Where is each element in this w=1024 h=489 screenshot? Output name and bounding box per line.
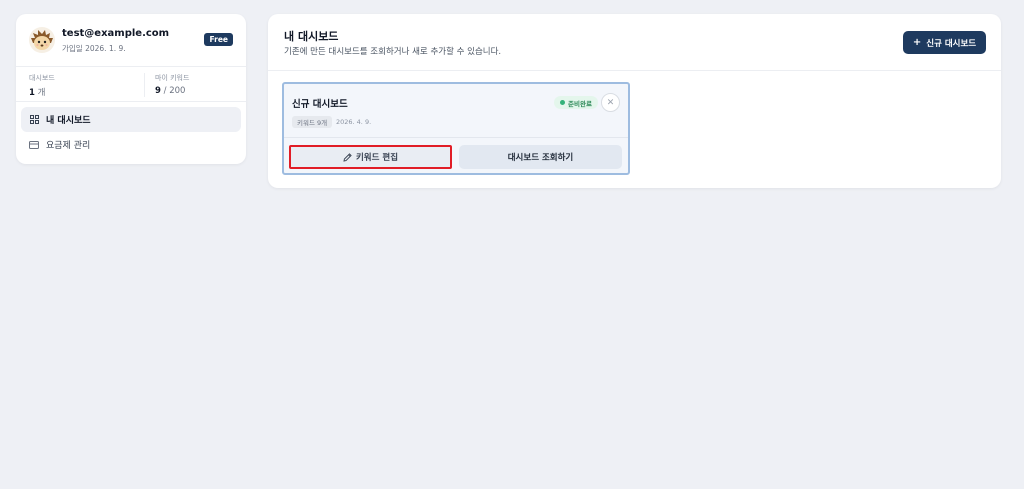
dashboard-title: 신규 대시보드 bbox=[292, 99, 348, 110]
stat-label: 마이 키워드 bbox=[155, 74, 190, 82]
page-subtitle: 기존에 만든 대시보드를 조회하거나 새로 추가할 수 있습니다. bbox=[284, 47, 502, 57]
new-dashboard-label: 신규 대시보드 bbox=[926, 38, 977, 49]
divider bbox=[16, 66, 246, 67]
edit-keywords-button[interactable]: 키워드 편집 bbox=[289, 145, 452, 169]
dashboard-panel: 내 대시보드 기존에 만든 대시보드를 조회하거나 새로 추가할 수 있습니다.… bbox=[268, 14, 1001, 188]
pencil-icon bbox=[343, 152, 352, 162]
user-email: test@example.com bbox=[62, 28, 170, 39]
keyword-total: / 200 bbox=[160, 86, 186, 96]
grid-icon bbox=[29, 115, 39, 125]
join-date: 가입일 2026. 1. 9. bbox=[62, 44, 126, 53]
dashboard-unit: 개 bbox=[34, 88, 46, 98]
status-dot-icon bbox=[560, 100, 565, 105]
page-title: 내 대시보드 bbox=[284, 30, 339, 43]
plus-icon: + bbox=[912, 37, 922, 48]
sidebar-card: test@example.com 가입일 2026. 1. 9. Free 대시… bbox=[16, 14, 246, 164]
dashboard-card: 신규 대시보드 준비완료 ✕ 키워드 9개 2026. 4. 9. 키워드 편집… bbox=[282, 82, 630, 175]
view-dashboard-button[interactable]: 대시보드 조회하기 bbox=[459, 145, 622, 169]
dashboard-count-stat: 대시보드 1 개 bbox=[29, 73, 55, 98]
keyword-count-stat: 마이 키워드 9 / 200 bbox=[155, 73, 189, 96]
new-dashboard-button[interactable]: + 신규 대시보드 bbox=[903, 31, 986, 54]
sidebar-item-my-dashboard[interactable]: 내 대시보드 bbox=[21, 107, 241, 132]
status-label: 준비완료 bbox=[568, 99, 592, 108]
close-icon: ✕ bbox=[606, 97, 615, 108]
hedgehog-avatar-icon bbox=[29, 27, 55, 53]
credit-card-icon bbox=[29, 140, 39, 150]
stat-label: 대시보드 bbox=[29, 74, 55, 82]
sidebar-item-billing[interactable]: 요금제 관리 bbox=[21, 132, 241, 157]
stat-value: 9 / 200 bbox=[155, 86, 189, 96]
divider bbox=[284, 137, 628, 138]
sidebar-item-label: 내 대시보드 bbox=[46, 116, 91, 126]
divider bbox=[16, 101, 246, 102]
dashboard-date: 2026. 4. 9. bbox=[336, 118, 372, 126]
stat-separator bbox=[144, 73, 145, 97]
delete-dashboard-button[interactable]: ✕ bbox=[601, 93, 620, 112]
edit-keywords-label: 키워드 편집 bbox=[355, 153, 399, 163]
divider bbox=[268, 70, 1001, 71]
status-badge: 준비완료 bbox=[554, 96, 598, 109]
keyword-count-chip: 키워드 9개 bbox=[292, 116, 333, 128]
stat-value: 1 개 bbox=[29, 86, 55, 98]
profile: test@example.com 가입일 2026. 1. 9. Free bbox=[29, 27, 233, 67]
sidebar-item-label: 요금제 관리 bbox=[46, 141, 91, 151]
plan-badge: Free bbox=[204, 33, 233, 46]
stats: 대시보드 1 개 마이 키워드 9 / 200 bbox=[29, 73, 233, 103]
